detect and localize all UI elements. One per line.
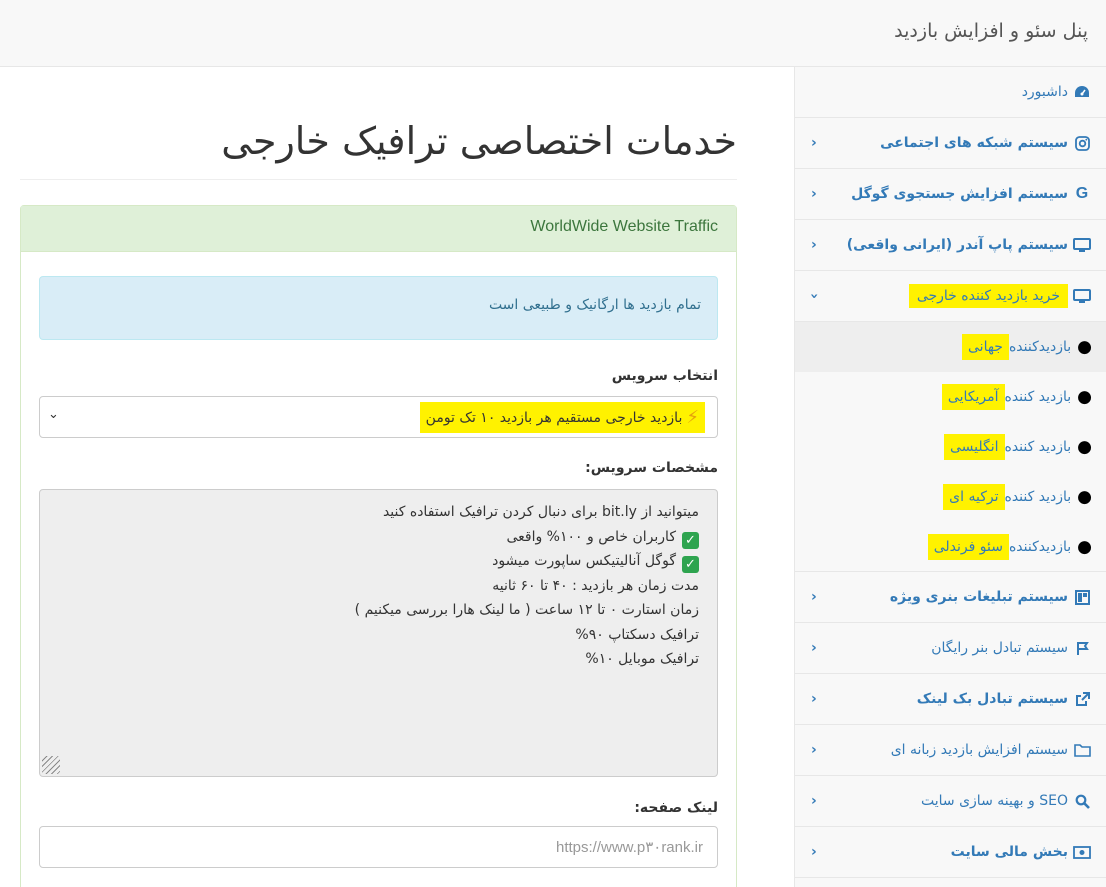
sidebar-item-banner-ads[interactable]: سیستم تبلیغات بنری ویژه ‹ <box>795 572 1106 623</box>
details-line: زمان استارت ۰ تا ۱۲ ساعت ( ما لینک هارا … <box>354 602 699 618</box>
submenu-item-seo-friendly[interactable]: ● بازدیدکننده سئو فرندلی <box>795 522 1106 572</box>
chevron-left-icon: ‹ <box>811 640 817 656</box>
submenu-prefix: بازدیدکننده <box>1008 339 1072 355</box>
submenu-prefix: بازدید کننده <box>1004 439 1072 455</box>
submenu-prefix: بازدیدکننده <box>1008 538 1072 555</box>
submenu-highlight: جهانی <box>962 334 1009 360</box>
details-line: ترافیک دسکتاپ ۹۰% <box>575 626 699 643</box>
sidebar-item-label: بخش مالی سایت <box>950 844 1068 860</box>
sidebar-item-label: SEO و بهینه سازی سایت <box>921 793 1068 809</box>
bullet-icon: ● <box>1077 437 1092 457</box>
desktop-icon <box>1072 236 1092 254</box>
sidebar-item-tab-traffic[interactable]: سیستم افزایش بازدید زبانه ای ‹ <box>795 725 1106 776</box>
details-line: مدت زمان هر بازدید : ۴۰ تا ۶۰ ثانیه <box>492 577 699 594</box>
submenu-prefix: بازدید کننده <box>1004 489 1072 505</box>
details-line-row: ✓ گوگل آنالیتیکس ساپورت میشود <box>40 549 699 574</box>
bullet-icon: ● <box>1077 487 1092 507</box>
title-divider <box>20 179 737 180</box>
page-link-input[interactable] <box>40 827 717 867</box>
traffic-panel: WorldWide Website Traffic تمام بازدید ها… <box>20 205 737 887</box>
submenu-highlight: انگلیسی <box>943 434 1005 460</box>
chevron-left-icon: ‹ <box>811 793 817 809</box>
google-icon: G <box>1075 185 1089 202</box>
dashboard-icon <box>1072 83 1092 101</box>
sidebar-item-finance[interactable]: بخش مالی سایت ‹ <box>795 827 1106 878</box>
instagram-icon <box>1072 134 1092 152</box>
chevron-left-icon: ‹ <box>811 691 817 707</box>
submenu-highlight: ترکیه ای <box>943 484 1005 510</box>
chevron-left-icon: ‹ <box>811 742 817 758</box>
chevron-left-icon: ‹ <box>811 237 817 253</box>
sidebar-item-label: سیستم پاپ آندر (ایرانی واقعی) <box>846 237 1068 253</box>
brand-title[interactable]: پنل سئو و افزایش بازدید <box>894 20 1088 42</box>
sidebar-item-label: سیستم شبکه های اجتماعی <box>880 135 1068 151</box>
chevron-left-icon: ‹ <box>811 135 817 151</box>
chevron-left-icon: ‹ <box>811 844 817 860</box>
sidebar-item-label: سیستم تبادل بنر رایگان <box>931 640 1068 656</box>
chevron-down-icon: ‹ <box>805 293 822 299</box>
money-icon <box>1072 843 1092 861</box>
submenu-prefix: بازدید کننده <box>1004 389 1072 405</box>
sidebar-item-label: سیستم افزایش بازدید زبانه ای <box>890 742 1068 758</box>
sidebar-item-label: سیستم تبلیغات بنری ویژه <box>889 589 1068 605</box>
service-selected-value: ⚡ بازدید خارجی مستقیم هر بازدید ۱۰ تک تو… <box>419 402 705 433</box>
service-select[interactable]: ⚡ بازدید خارجی مستقیم هر بازدید ۱۰ تک تو… <box>39 396 718 438</box>
submenu-highlight: آمریکایی <box>941 384 1005 410</box>
details-line-row: ✓ کاربران خاص و ۱۰۰% واقعی <box>40 525 699 550</box>
bullet-icon: ● <box>1077 337 1092 357</box>
link-label: لینک صفحه: <box>634 800 718 816</box>
check-icon: ✓ <box>682 556 699 573</box>
external-link-icon <box>1072 690 1092 708</box>
resize-grip-icon[interactable] <box>42 756 60 774</box>
search-icon <box>1072 792 1092 810</box>
sidebar-item-label: سیستم افزایش جستجوی گوگل <box>851 186 1068 202</box>
submenu-highlight: سئو فرندلی <box>927 533 1009 560</box>
sidebar-item-dashboard[interactable]: داشبورد <box>795 67 1106 118</box>
page-title: خدمات اختصاصی ترافیک خارجی <box>221 119 737 163</box>
lightning-icon: ⚡ <box>686 407 699 428</box>
submenu-item-usa[interactable]: ● بازدید کننده آمریکایی <box>795 372 1106 422</box>
main-content: خدمات اختصاصی ترافیک خارجی WorldWide Web… <box>20 67 737 887</box>
service-label: انتخاب سرویس <box>611 368 718 384</box>
chevron-down-icon: ⌄ <box>48 407 59 422</box>
sidebar-item-google[interactable]: G سیستم افزایش جستجوی گوگل ‹ <box>795 169 1106 220</box>
details-line: کاربران خاص و ۱۰۰% واقعی <box>506 528 676 545</box>
sidebar-item-social[interactable]: سیستم شبکه های اجتماعی ‹ <box>795 118 1106 169</box>
desktop-icon <box>1072 287 1092 305</box>
check-icon: ✓ <box>682 531 699 549</box>
submenu-item-uk[interactable]: ● بازدید کننده انگلیسی <box>795 422 1106 472</box>
bullet-icon: ● <box>1077 387 1092 407</box>
banner-icon <box>1072 588 1092 606</box>
sidebar-item-label: داشبورد <box>1021 84 1068 100</box>
details-label: مشخصات سرویس: <box>585 460 718 476</box>
folder-icon <box>1072 741 1092 759</box>
bullet-icon: ● <box>1077 536 1092 557</box>
sidebar-item-label: خرید بازدید کننده خارجی <box>908 284 1068 308</box>
sidebar-item-label: سیستم تبادل بک لینک <box>916 691 1068 707</box>
service-value-text: بازدید خارجی مستقیم هر بازدید ۱۰ تک تومن <box>425 409 683 426</box>
chevron-left-icon: ‹ <box>811 186 817 202</box>
service-details-textarea[interactable]: میتوانید از bit.ly برای دنبال کردن ترافی… <box>39 489 718 777</box>
page-link-field[interactable] <box>39 826 718 868</box>
details-line: میتوانید از bit.ly برای دنبال کردن ترافی… <box>382 504 699 520</box>
sidebar-item-popunder[interactable]: سیستم پاپ آندر (ایرانی واقعی) ‹ <box>795 220 1106 271</box>
submenu-item-turkey[interactable]: ● بازدید کننده ترکیه ای <box>795 472 1106 522</box>
submenu-item-global[interactable]: ● بازدیدکننده جهانی <box>795 322 1106 372</box>
sidebar: داشبورد سیستم شبکه های اجتماعی ‹ G سیستم… <box>794 67 1106 887</box>
sidebar-item-backlink[interactable]: سیستم تبادل بک لینک ‹ <box>795 674 1106 725</box>
details-line: گوگل آنالیتیکس ساپورت میشود <box>492 553 676 569</box>
info-alert: تمام بازدید ها ارگانیک و طبیعی است <box>39 276 718 340</box>
top-navbar: پنل سئو و افزایش بازدید <box>0 0 1106 67</box>
sidebar-item-seo[interactable]: SEO و بهینه سازی سایت ‹ <box>795 776 1106 827</box>
chevron-left-icon: ‹ <box>811 589 817 605</box>
sidebar-item-banner-exchange[interactable]: سیستم تبادل بنر رایگان ‹ <box>795 623 1106 674</box>
panel-heading: WorldWide Website Traffic <box>21 206 736 252</box>
sidebar-item-foreign-traffic[interactable]: خرید بازدید کننده خارجی ‹ <box>795 271 1106 322</box>
details-line: ترافیک موبایل ۱۰% <box>585 651 699 667</box>
flag-icon <box>1072 639 1092 657</box>
